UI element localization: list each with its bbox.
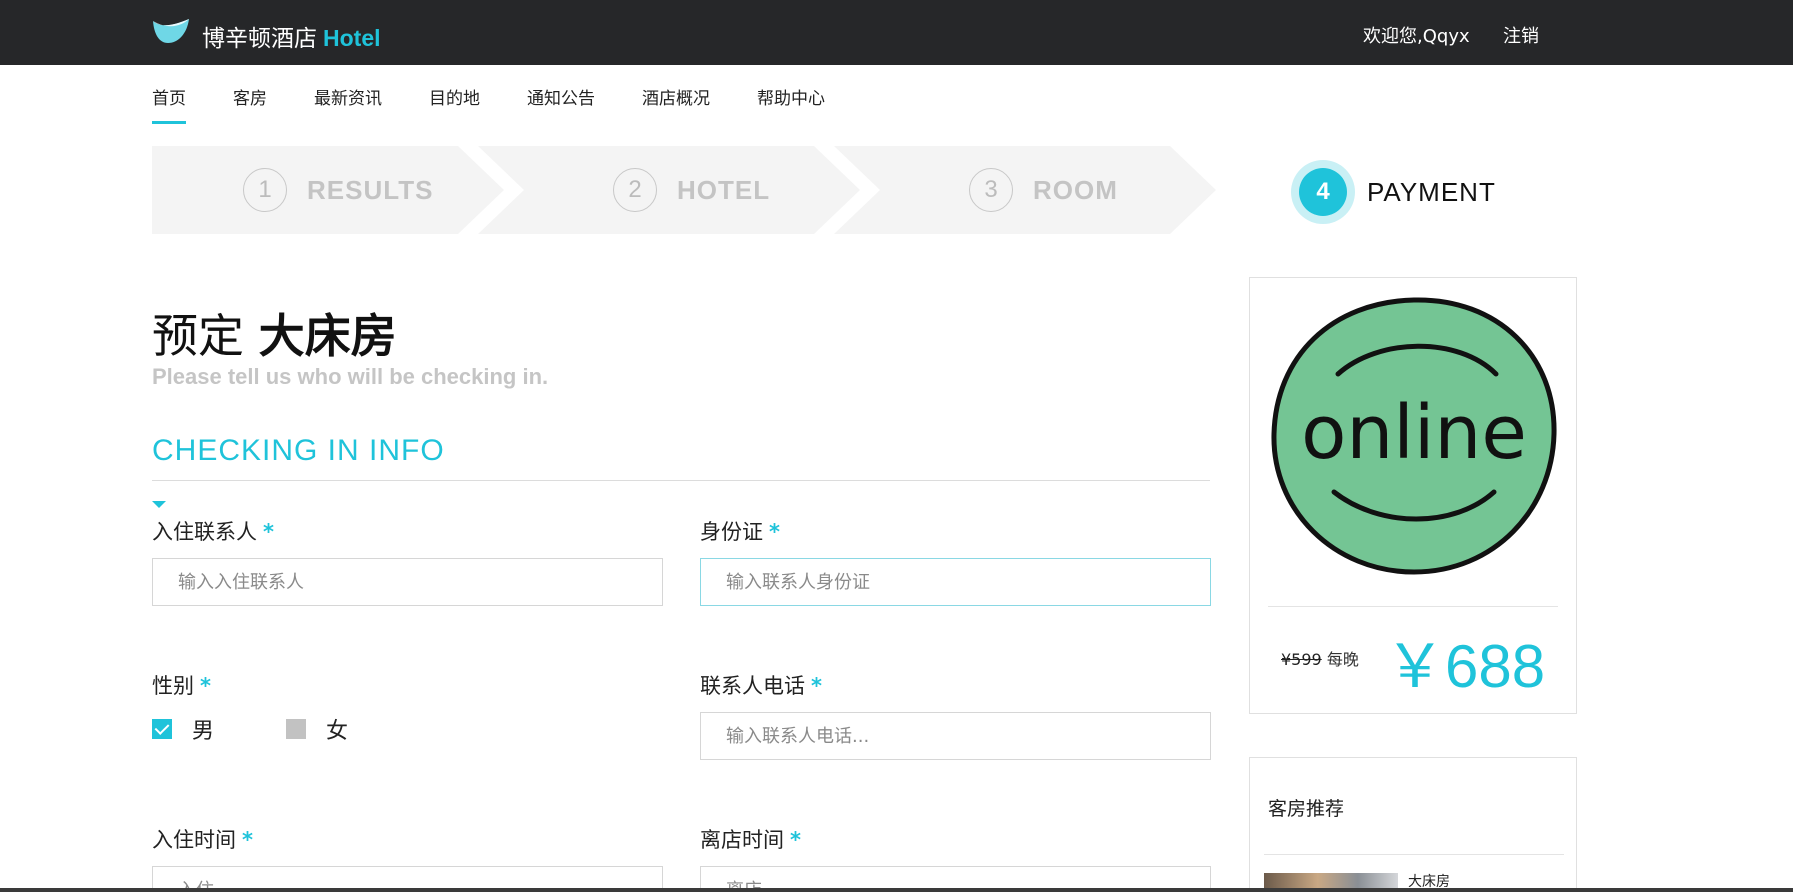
logout-link[interactable]: 注销: [1503, 22, 1539, 48]
original-price-value: ¥599: [1281, 650, 1322, 669]
step-room: 3 ROOM: [969, 168, 1118, 212]
checkout-label: 离店时间 *: [700, 824, 801, 854]
gender-option-label: 女: [326, 719, 349, 744]
step-number: 1: [243, 168, 287, 212]
welcome-user[interactable]: 欢迎您,Qqyx: [1363, 22, 1470, 48]
wave-logo-icon[interactable]: [152, 18, 190, 44]
recommend-title: 客房推荐: [1268, 798, 1345, 820]
brand-name-cn: 博辛顿酒店: [202, 26, 317, 52]
badge-text: online: [1301, 390, 1527, 476]
id-card-input[interactable]: [700, 558, 1211, 606]
main-nav: 首页 客房 最新资讯 目的地 通知公告 酒店概况 帮助中心: [152, 84, 872, 124]
current-price: ￥688: [1385, 633, 1546, 700]
top-bar: 博辛顿酒店 Hotel 欢迎您,Qqyx 注销: [0, 0, 1793, 65]
title-prefix: 预定: [152, 309, 244, 363]
id-card-label-text: 身份证: [700, 520, 763, 544]
page-title: 预定 大床房: [152, 300, 397, 366]
nav-item-help[interactable]: 帮助中心: [757, 84, 825, 124]
nav-item-home[interactable]: 首页: [152, 84, 186, 124]
bottom-edge: [0, 888, 1793, 892]
checkout-label-text: 离店时间: [700, 828, 784, 852]
step-hotel: 2 HOTEL: [613, 168, 770, 212]
step-number: 3: [969, 168, 1013, 212]
required-marker: *: [811, 674, 822, 698]
page-subtitle: Please tell us who will be checking in.: [152, 364, 549, 389]
section-divider: [152, 480, 1210, 481]
section-title: CHECKING IN INFO: [152, 434, 445, 467]
step-results: 1 RESULTS: [243, 168, 433, 212]
step-number: 2: [613, 168, 657, 212]
original-price: ¥599 每晚: [1281, 646, 1359, 670]
card-divider: [1264, 854, 1564, 855]
phone-input[interactable]: [700, 712, 1211, 760]
contact-input[interactable]: [152, 558, 663, 606]
nav-item-rooms[interactable]: 客房: [233, 84, 267, 124]
checkbox-checked-icon[interactable]: [152, 719, 172, 739]
checkin-label: 入住时间 *: [152, 824, 253, 854]
contact-label-text: 入住联系人: [152, 520, 257, 544]
required-marker: *: [242, 828, 253, 852]
gender-label: 性别 *: [152, 670, 211, 700]
step-label: RESULTS: [307, 174, 434, 205]
card-divider: [1268, 606, 1558, 607]
required-marker: *: [790, 828, 801, 852]
per-night-label: 每晚: [1326, 650, 1359, 669]
brand-name[interactable]: 博辛顿酒店 Hotel: [202, 19, 381, 53]
phone-label-text: 联系人电话: [700, 674, 805, 698]
required-marker: *: [769, 520, 780, 544]
step-number: 4: [1299, 168, 1347, 216]
required-marker: *: [200, 674, 211, 698]
gender-option-label: 男: [192, 719, 215, 744]
step-label: ROOM: [1033, 174, 1118, 205]
room-recommend-card: 客房推荐 大床房: [1249, 757, 1577, 892]
checkin-label-text: 入住时间: [152, 828, 236, 852]
id-card-label: 身份证 *: [700, 516, 780, 546]
gender-option-male[interactable]: 男: [152, 713, 214, 745]
booking-steps: 1 RESULTS 2 HOTEL 3 ROOM 4 PAYMENT: [152, 146, 1582, 234]
nav-item-destinations[interactable]: 目的地: [429, 84, 480, 124]
contact-label: 入住联系人 *: [152, 516, 274, 546]
nav-item-overview[interactable]: 酒店概况: [642, 84, 710, 124]
step-label: HOTEL: [677, 174, 771, 205]
required-marker: *: [263, 520, 274, 544]
brand-name-en: Hotel: [323, 25, 381, 51]
room-name: 大床房: [258, 309, 397, 363]
nav-item-news[interactable]: 最新资讯: [314, 84, 382, 124]
checkbox-unchecked-icon[interactable]: [286, 719, 307, 739]
caret-down-icon: [152, 501, 166, 508]
price-card: online ¥599 每晚 ￥688: [1249, 277, 1577, 714]
step-payment: 4 PAYMENT: [1299, 168, 1496, 216]
gender-options: 男 女: [152, 713, 396, 745]
gender-label-text: 性别: [152, 674, 194, 698]
gender-option-female[interactable]: 女: [286, 713, 348, 745]
step-label: PAYMENT: [1367, 176, 1496, 207]
nav-item-notices[interactable]: 通知公告: [527, 84, 595, 124]
online-badge-image: online: [1271, 297, 1557, 575]
phone-label: 联系人电话 *: [700, 670, 822, 700]
